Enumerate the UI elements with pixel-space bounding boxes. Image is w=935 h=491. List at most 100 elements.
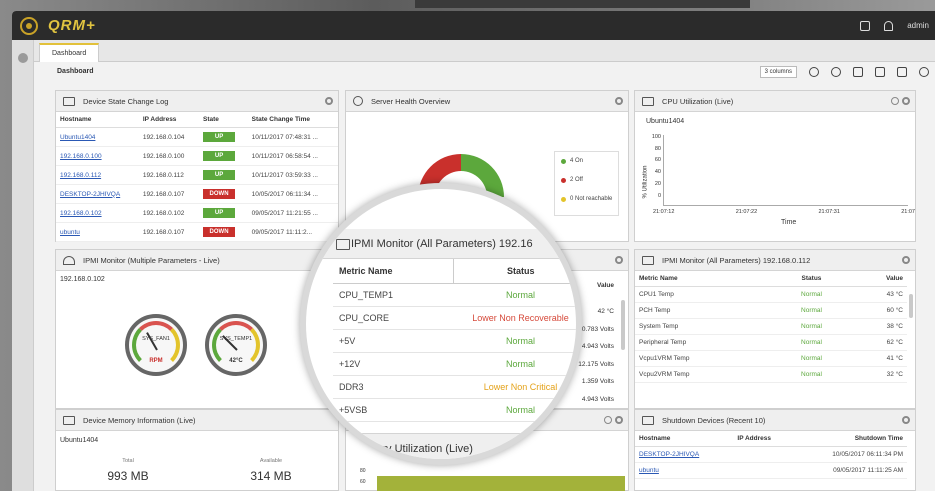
settings-icon[interactable] — [615, 256, 623, 264]
ipmi-ip: 192.168.0.102 — [60, 276, 105, 283]
add-widget-icon[interactable] — [809, 67, 819, 77]
settings-icon[interactable] — [902, 97, 910, 105]
table-row: DESKTOP-2JHIVQA 10/05/2017 06:11:34 PM — [635, 446, 907, 463]
status-badge: UP — [203, 151, 236, 161]
status-badge: DOWN — [203, 227, 236, 237]
hostname-link[interactable]: 192.168.0.102 — [56, 203, 139, 223]
table-row: +12V Normal — [333, 352, 576, 376]
ipmi-multi-panel: IPMI Monitor (Multiple Parameters - Live… — [55, 249, 339, 409]
table-row: ubuntu 09/05/2017 11:11:25 AM — [635, 462, 907, 479]
hostname-link[interactable]: ubuntu — [56, 222, 139, 242]
pie-chart-icon — [353, 96, 363, 106]
table-row: Vcpu1VRM Temp Normal 41 °C — [635, 350, 907, 367]
panel-title: Device State Change Log — [83, 96, 169, 106]
panel-title: Shutdown Devices (Recent 10) — [662, 415, 766, 425]
status-badge: UP — [203, 208, 236, 218]
column-header: Metric Name — [635, 271, 777, 287]
total-block: Total 993 MB — [98, 458, 158, 483]
available-block: Available 314 MB — [236, 458, 306, 483]
table-row: 192.168.0.112 192.168.0.112 UP 10/11/201… — [56, 165, 338, 185]
time-cell: 10/11/2017 03:59:33 ... — [247, 165, 338, 185]
total-label: Total — [122, 458, 134, 464]
ip-cell: 192.168.0.104 — [138, 127, 200, 147]
pdf-icon[interactable] — [875, 67, 885, 77]
hostname-link[interactable]: DESKTOP-2JHIVQA — [56, 184, 139, 204]
help-icon[interactable] — [919, 67, 929, 77]
ip-cell: 192.168.0.107 — [138, 222, 200, 242]
column-header: Hostname — [56, 112, 139, 128]
rail-toggle-icon[interactable] — [18, 53, 28, 63]
health-legend: 4 On 2 Off 0 Not reachable — [554, 151, 620, 216]
table-row: +5V Normal — [333, 329, 576, 353]
time-cell: 09/05/2017 11:11:25 AM — [793, 462, 907, 479]
gauge-label: SYS_TEMP1 — [219, 336, 253, 342]
refresh-icon[interactable] — [831, 67, 841, 77]
email-icon[interactable] — [897, 67, 907, 77]
magnified-panel-header: IPMI Monitor (All Parameters) 192.16 — [306, 229, 576, 259]
tab-dashboard[interactable]: Dashboard — [39, 43, 100, 62]
legend-item: 2 Off — [561, 177, 612, 183]
background-strip — [415, 0, 750, 8]
hostname-link[interactable]: ubuntu — [635, 462, 734, 479]
history-icon[interactable] — [604, 416, 612, 424]
chart-icon — [642, 96, 654, 106]
ip-cell: 192.168.0.100 — [138, 146, 200, 166]
table-row: System Temp Normal 38 °C — [635, 318, 907, 335]
y-axis-label: % Utilization — [642, 165, 649, 199]
time-cell: 10/05/2017 06:11:34 PM — [793, 446, 907, 463]
column-header: State — [199, 112, 248, 128]
scrollbar[interactable] — [909, 294, 913, 318]
column-header: Value — [846, 271, 907, 287]
cpu-host: Ubuntu1404 — [646, 118, 685, 125]
settings-icon[interactable] — [902, 256, 910, 264]
magnifier-overlay: IPMI Monitor (All Parameters) 192.16 Met… — [300, 183, 582, 465]
tab-bar: Dashboard — [34, 40, 935, 62]
hostname-link[interactable]: 192.168.0.100 — [56, 146, 139, 166]
column-header: Status — [776, 271, 847, 287]
user-menu[interactable]: admin — [907, 21, 929, 30]
ip-cell — [733, 462, 794, 479]
available-value: 314 MB — [250, 469, 292, 483]
hostname-link[interactable]: DESKTOP-2JHIVQA — [635, 446, 734, 463]
gauge-label: SYS_FAN1 — [142, 336, 170, 342]
legend-item: 4 On — [561, 158, 612, 164]
panel-title: IPMI Monitor (All Parameters) 192.168.0.… — [662, 255, 811, 265]
bell-icon[interactable] — [884, 20, 894, 31]
scrollbar[interactable] — [621, 300, 625, 350]
x-axis-label: Time — [781, 219, 797, 226]
magnified-memory-header: emory Utilization (Live) — [306, 433, 576, 459]
column-header: Hostname — [635, 431, 734, 447]
mem-util-yticks: 80 60 — [360, 468, 366, 485]
column-header: Status — [452, 259, 576, 284]
app-logo: QRM+ — [48, 17, 96, 34]
logo-gear-icon — [20, 16, 38, 35]
magnified-table: Metric Name Status CPU_TEMP1 Normal CPU_C… — [333, 259, 576, 422]
panel-title: IPMI Monitor (Multiple Parameters - Live… — [83, 255, 220, 265]
table-row: +5VSB Normal — [333, 398, 576, 422]
table-row: Ubuntu1404 192.168.0.104 UP 10/11/2017 0… — [56, 127, 338, 147]
monitor-icon — [642, 415, 654, 425]
monitor-icon — [336, 239, 350, 250]
share-icon[interactable] — [860, 20, 871, 31]
delete-icon[interactable] — [853, 67, 863, 77]
column-header: State Change Time — [247, 112, 338, 128]
chart-icon — [63, 415, 75, 425]
total-value: 993 MB — [107, 469, 149, 483]
ip-cell: 192.168.0.102 — [138, 203, 200, 223]
gauge-icon — [63, 255, 75, 265]
history-icon[interactable] — [891, 97, 899, 105]
x-ticks: 21:07:12 21:07:22 21:07:31 21:07 — [653, 209, 915, 215]
table-row: Peripheral Temp Normal 62 °C — [635, 334, 907, 351]
settings-icon[interactable] — [325, 97, 333, 105]
hostname-link[interactable]: Ubuntu1404 — [56, 127, 139, 147]
device-state-log-panel: Device State Change Log Hostname IP Addr… — [55, 90, 339, 242]
status-badge: DOWN — [203, 189, 236, 199]
columns-select[interactable]: 3 columns — [759, 66, 797, 78]
settings-icon[interactable] — [615, 97, 623, 105]
hostname-link[interactable]: 192.168.0.112 — [56, 165, 139, 185]
table-icon — [63, 96, 75, 106]
settings-icon[interactable] — [902, 416, 910, 424]
value-header: Value — [597, 282, 614, 289]
time-cell: 10/11/2017 07:48:31 ... — [247, 127, 338, 147]
settings-icon[interactable] — [615, 416, 623, 424]
